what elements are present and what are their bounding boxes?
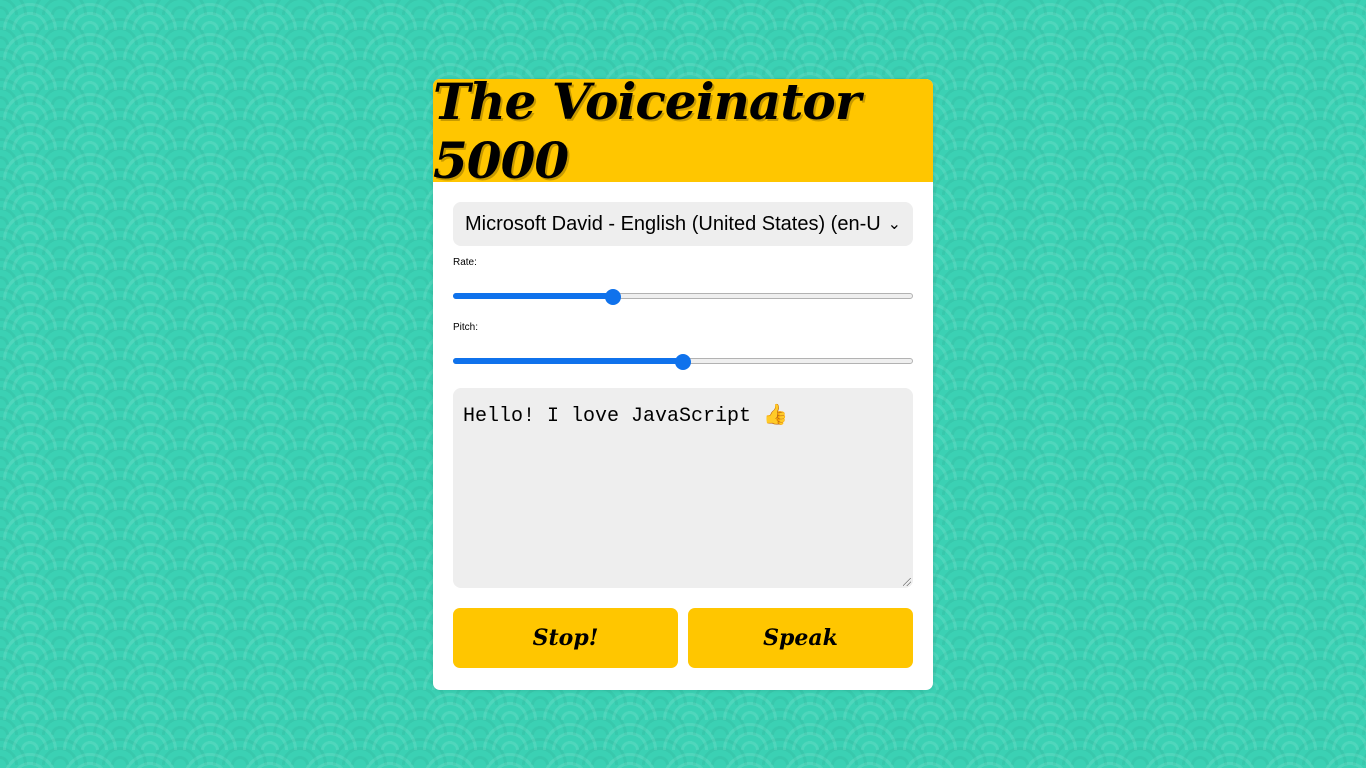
resize-grip-icon[interactable]	[903, 578, 911, 586]
button-row: Stop! Speak	[453, 608, 913, 668]
header: The Voiceinator 5000	[433, 79, 933, 190]
pitch-label: Pitch:	[453, 322, 479, 333]
chevron-down-icon: ⌄	[887, 216, 901, 233]
pitch-slider[interactable]	[453, 353, 913, 370]
rate-fill	[453, 293, 613, 299]
rate-control: Rate:	[453, 257, 913, 305]
pitch-thumb[interactable]	[675, 354, 691, 370]
voiceinator-card: The Voiceinator 5000 Microsoft David - E…	[433, 79, 933, 690]
stop-button[interactable]: Stop!	[453, 608, 678, 668]
rate-slider[interactable]	[453, 288, 913, 305]
voice-select[interactable]: Microsoft David - English (United States…	[453, 202, 913, 246]
pitch-fill	[453, 358, 683, 364]
message-text: Hello! I love JavaScript 👍	[463, 405, 788, 428]
rate-thumb[interactable]	[605, 289, 621, 305]
speak-button[interactable]: Speak	[688, 608, 913, 668]
message-textarea[interactable]: Hello! I love JavaScript 👍	[453, 388, 913, 588]
pitch-control: Pitch:	[453, 322, 913, 370]
rate-label: Rate:	[453, 257, 477, 268]
voice-select-value: Microsoft David - English (United States…	[465, 212, 881, 235]
controls: Microsoft David - English (United States…	[433, 182, 933, 688]
app-title: The Voiceinator 5000	[433, 79, 861, 190]
